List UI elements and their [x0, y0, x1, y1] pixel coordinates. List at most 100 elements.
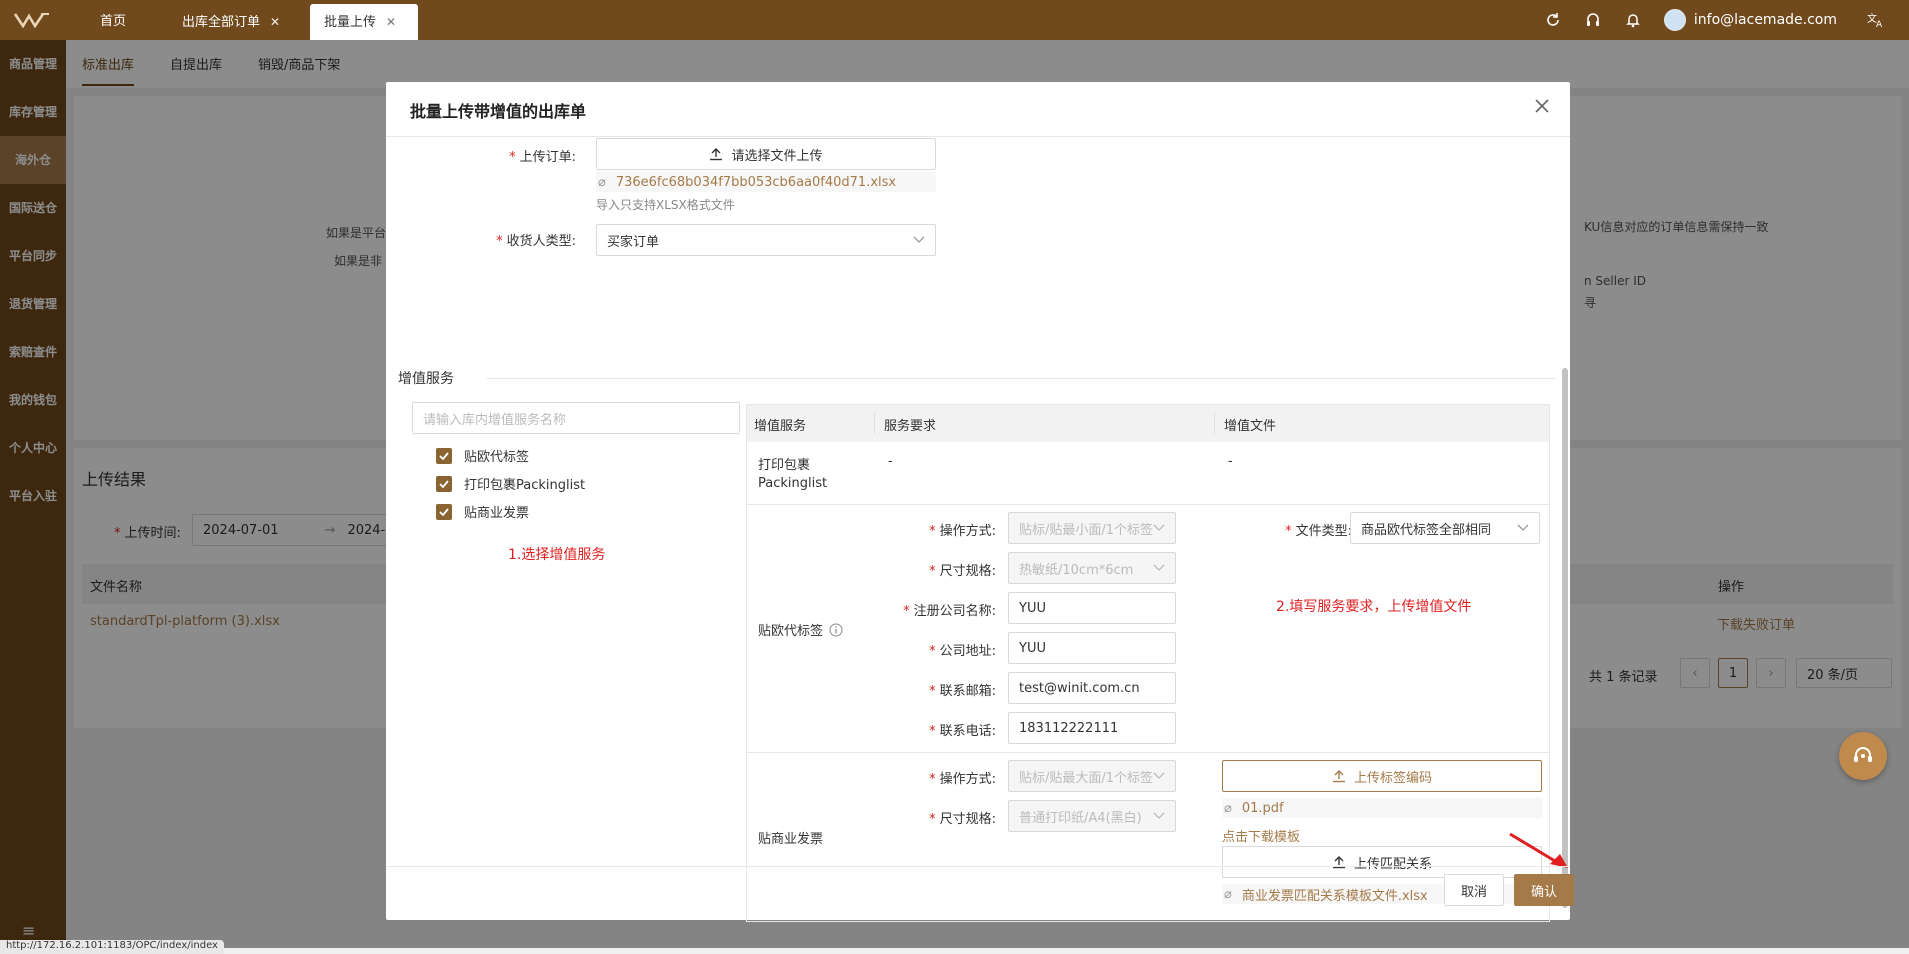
contact-email-input[interactable]: test@winit.com.cn	[1008, 672, 1176, 704]
row-divider	[746, 504, 1550, 505]
avatar[interactable]	[1663, 9, 1686, 31]
op-method-label: * 操作方式:	[929, 772, 996, 787]
file-type-label: * 文件类型:	[1285, 524, 1352, 539]
customer-service-fab[interactable]	[1839, 732, 1887, 780]
chevron-down-icon	[1153, 812, 1165, 819]
upload-order-label: * 上传订单:	[509, 150, 576, 165]
receiver-type-label: * 收货人类型:	[496, 234, 576, 249]
select-file-upload-button[interactable]: 请选择文件上传	[596, 138, 936, 170]
tab-label: 出库全部订单	[182, 15, 261, 30]
contact-email-label: * 联系邮箱:	[929, 684, 996, 699]
cancel-button[interactable]: 取消	[1444, 874, 1504, 906]
search-placeholder: 请输入库内增值服务名称	[423, 412, 567, 428]
vas-option-label: 贴商业发票	[464, 506, 530, 521]
company-name-input[interactable]: YUU	[1008, 592, 1176, 624]
vas-search-input[interactable]: 请输入库内增值服务名称	[412, 402, 740, 434]
chevron-down-icon	[1517, 524, 1529, 531]
company-address-input[interactable]: YUU	[1008, 632, 1176, 664]
file-type-select[interactable]: 商品欧代标签全部相同	[1350, 512, 1540, 544]
tab-all-outbound-orders[interactable]: 出库全部订单 ✕	[168, 4, 294, 40]
logo[interactable]	[0, 0, 66, 40]
scrollbar-thumb[interactable]	[1562, 368, 1568, 908]
vas-option-eu-label[interactable]: 贴欧代标签	[436, 446, 529, 465]
contact-phone-label: * 联系电话:	[929, 724, 996, 739]
download-template-link[interactable]: 点击下载模板	[1222, 826, 1300, 845]
label-file-link[interactable]: ⌀ 01.pdf	[1222, 798, 1542, 818]
bell-icon[interactable]	[1624, 11, 1642, 29]
op-method-label: * 操作方式:	[929, 524, 996, 539]
batch-upload-vas-modal: 批量上传带增值的出库单 * 上传订单: 请选择文件上传 ⌀ 736e6fc68b0…	[386, 82, 1574, 922]
upload-label-code-label: 上传标签编码	[1353, 770, 1432, 786]
vas-option-label: 贴欧代标签	[464, 450, 530, 465]
support-icon	[1854, 747, 1872, 762]
confirm-button[interactable]: 确认	[1514, 874, 1574, 906]
uploaded-file-name: 736e6fc68b034f7bb053cb6aa0f40d71.xlsx	[615, 174, 897, 190]
modal-scrollbar[interactable]	[1560, 138, 1570, 908]
label-file-name: 01.pdf	[1241, 800, 1284, 816]
contact-phone-input[interactable]: 183112222111	[1008, 712, 1176, 744]
column-header: 服务要求	[884, 419, 937, 434]
refresh-icon[interactable]	[1544, 11, 1562, 29]
tab-home[interactable]: 首页	[86, 4, 140, 40]
service-name-packinglist-line1: 打印包裹	[758, 458, 811, 473]
annotation-arrow-icon	[1509, 832, 1568, 868]
annotation-select-vas: 1.选择增值服务	[508, 547, 606, 563]
size-spec-label: * 尺寸规格:	[929, 564, 996, 579]
match-file-name: 商业发票匹配关系模板文件.xlsx	[1241, 888, 1428, 904]
service-name-commercial-invoice: 贴商业发票	[758, 832, 824, 847]
modal-title: 批量上传带增值的出库单	[410, 102, 587, 121]
user-email[interactable]: info@lacemade.com	[1694, 12, 1837, 28]
receiver-type-value: 买家订单	[607, 234, 660, 250]
vas-option-commercial-invoice[interactable]: 贴商业发票	[436, 502, 529, 521]
vas-option-label: 打印包裹Packinglist	[464, 478, 586, 493]
annotation-fill-requirements: 2.填写服务要求，上传增值文件	[1276, 599, 1472, 615]
upload-match-relation-label: 上传匹配关系	[1353, 856, 1432, 872]
eu-op-method-select[interactable]: 贴标/贴最小面/1个标签	[1008, 512, 1176, 544]
paperclip-icon: ⌀	[1224, 886, 1232, 902]
size-spec-value: 热敏纸/10cm*6cm	[1019, 562, 1134, 578]
eu-size-spec-select[interactable]: 热敏纸/10cm*6cm	[1008, 552, 1176, 584]
company-name-label: * 注册公司名称:	[903, 604, 996, 619]
service-name-eu-label: 贴欧代标签	[758, 620, 843, 639]
size-spec-value: 普通打印纸/A4(黑白)	[1019, 810, 1142, 826]
upload-button-label: 请选择文件上传	[731, 148, 823, 164]
upload-label-code-button[interactable]: 上传标签编码	[1222, 760, 1542, 792]
chevron-down-icon	[913, 236, 925, 243]
checkbox-checked-icon[interactable]	[436, 447, 452, 464]
divider	[386, 866, 1570, 867]
chevron-down-icon	[1153, 524, 1165, 531]
checkbox-checked-icon[interactable]	[436, 503, 452, 520]
receiver-type-select[interactable]: 买家订单	[596, 224, 936, 256]
tab-batch-upload[interactable]: 批量上传 ✕	[310, 4, 418, 40]
company-address-label: * 公司地址:	[929, 644, 996, 659]
paperclip-icon: ⌀	[598, 174, 606, 190]
close-icon[interactable]: ✕	[270, 15, 280, 29]
info-icon[interactable]	[829, 623, 843, 637]
contact-phone-value: 183112222111	[1019, 720, 1119, 736]
top-right-toolbar: info@lacemade.com 文A	[1544, 0, 1909, 40]
uploaded-file-link[interactable]: ⌀ 736e6fc68b034f7bb053cb6aa0f40d71.xlsx	[596, 172, 936, 192]
upload-format-hint: 导入只支持XLSX格式文件	[596, 198, 735, 212]
headset-icon[interactable]	[1584, 11, 1602, 29]
column-header: 增值文件	[1224, 419, 1277, 434]
column-header: 增值服务	[754, 419, 807, 434]
browser-status-url: http://172.16.2.101:1183/OPC/index/index	[0, 940, 224, 954]
paperclip-icon: ⌀	[1224, 800, 1232, 816]
vas-option-packinglist[interactable]: 打印包裹Packinglist	[436, 474, 585, 493]
svg-text:A: A	[1876, 20, 1883, 28]
close-icon[interactable]: ✕	[386, 15, 396, 29]
translate-icon[interactable]: 文A	[1867, 11, 1885, 29]
top-bar: 首页 出库全部订单 ✕ 批量上传 ✕ info@lacemade.com 文A	[0, 0, 1909, 40]
service-requirement: -	[888, 454, 893, 469]
divider	[486, 378, 1556, 379]
upload-icon	[1332, 770, 1345, 783]
invoice-size-spec-select[interactable]: 普通打印纸/A4(黑白)	[1008, 800, 1176, 832]
row-divider	[746, 752, 1550, 753]
tab-label: 批量上传	[324, 15, 377, 30]
contact-email-value: test@winit.com.cn	[1019, 680, 1140, 696]
op-method-value: 贴标/贴最大面/1个标签	[1019, 770, 1154, 786]
file-type-value: 商品欧代标签全部相同	[1361, 522, 1492, 538]
close-icon[interactable]	[1532, 96, 1552, 116]
invoice-op-method-select[interactable]: 贴标/贴最大面/1个标签	[1008, 760, 1176, 792]
checkbox-checked-icon[interactable]	[436, 475, 452, 492]
